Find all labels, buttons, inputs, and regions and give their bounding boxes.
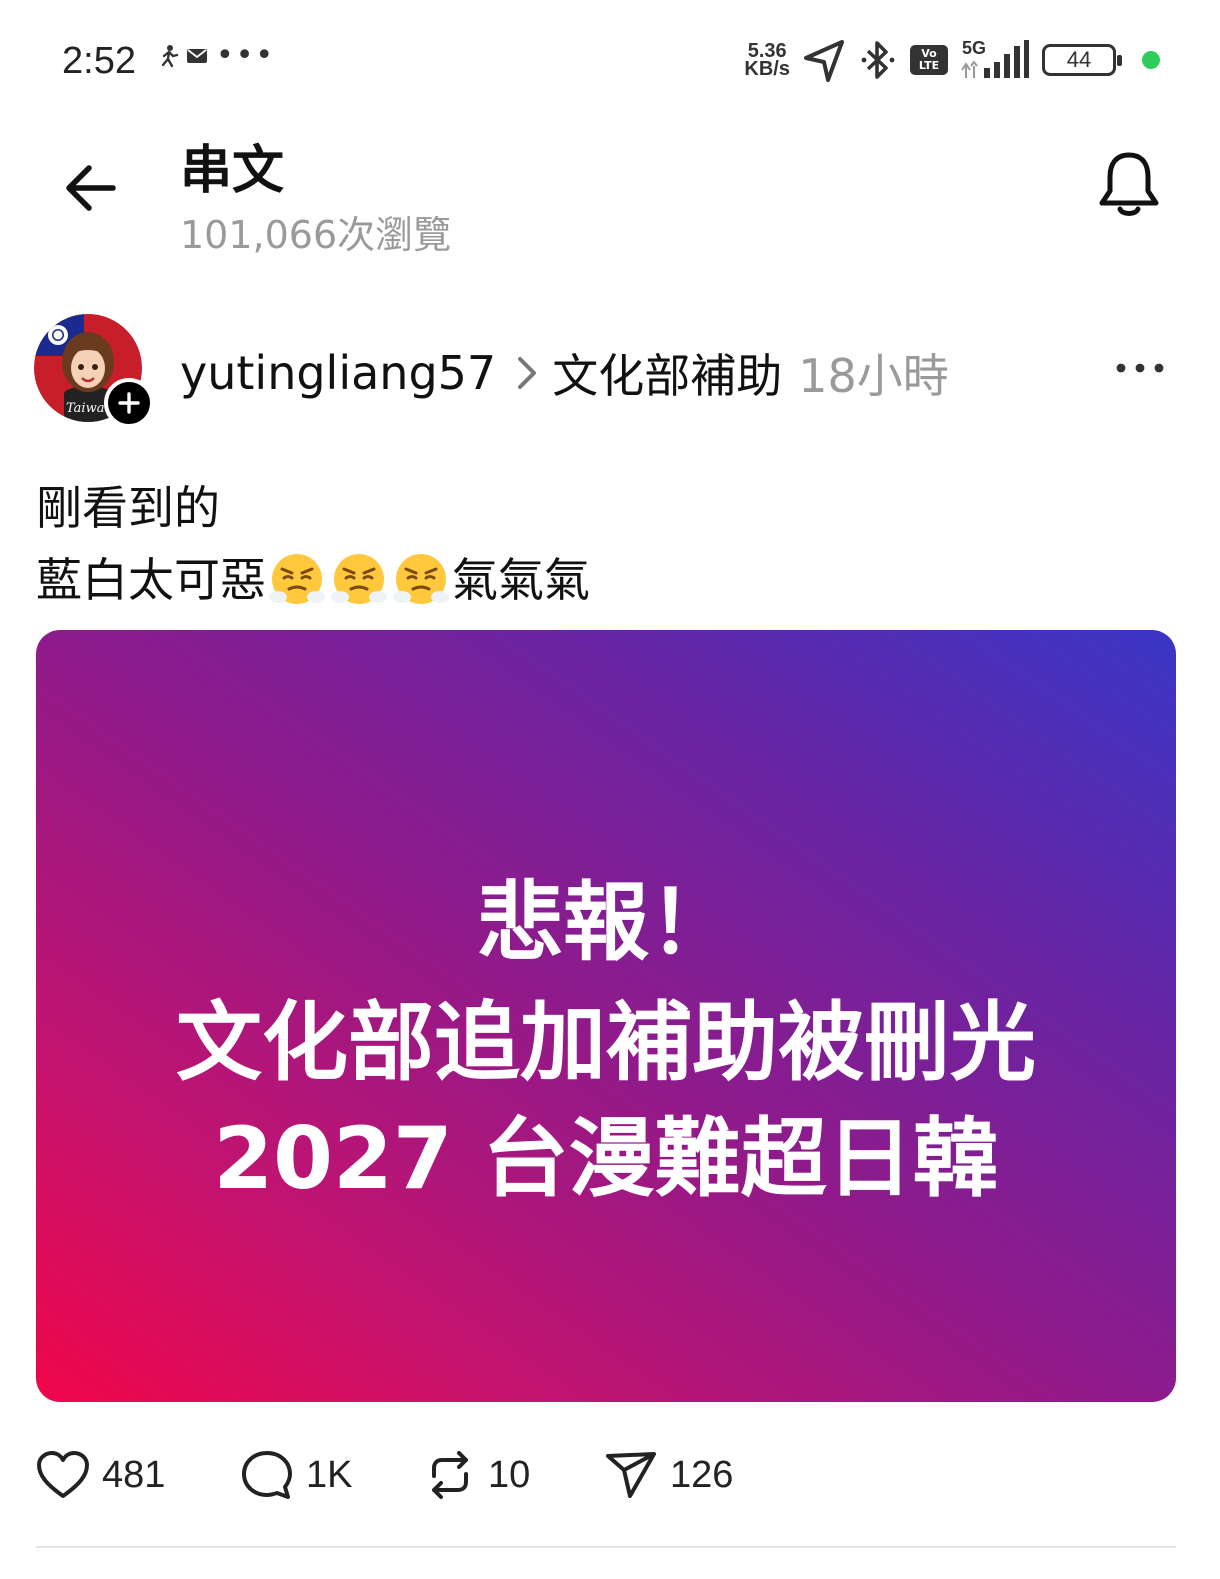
image-line-3: 2027 台漫難超日韓 xyxy=(213,1109,999,1209)
divider xyxy=(36,1546,1176,1548)
notification-icons xyxy=(158,44,208,68)
status-more-dots: ••• xyxy=(216,38,276,73)
fitness-icon xyxy=(161,45,179,68)
post-line-2: 藍白太可惡 氣氣氣 xyxy=(36,544,590,616)
post-image[interactable]: 悲報！ 文化部追加補助被刪光 2027 台漫難超日韓 xyxy=(36,630,1176,1402)
volte-icon: Vo LTE xyxy=(910,45,948,75)
share-button[interactable]: 126 xyxy=(604,1450,784,1500)
post-body: 剛看到的 藍白太可惡 氣氣氣 xyxy=(36,472,590,616)
author-name[interactable]: yutingliang57 xyxy=(180,346,496,400)
steam-from-nose-face-icon xyxy=(269,554,325,604)
chevron-right-icon xyxy=(516,355,538,391)
steam-from-nose-face-icon xyxy=(393,554,449,604)
post-line-1: 剛看到的 xyxy=(36,481,220,535)
repost-icon xyxy=(432,1451,468,1499)
image-headline: 悲報！ xyxy=(477,873,735,973)
heart-icon xyxy=(37,1451,89,1498)
like-count: 481 xyxy=(102,1453,166,1496)
arrow-left-icon xyxy=(66,165,116,211)
plus-icon xyxy=(118,392,140,414)
status-bar: 2:52 ••• 5.36 KB/s Vo LTE 5G 44 xyxy=(0,0,1220,120)
topic-tag[interactable]: 文化部補助 xyxy=(552,340,782,406)
follow-button[interactable] xyxy=(104,378,154,428)
author-avatar-container[interactable]: Taiwan xyxy=(34,314,154,428)
send-icon xyxy=(606,1452,656,1498)
post-line-2-suffix: 氣氣氣 xyxy=(452,553,590,607)
status-indicators: 5.36 KB/s Vo LTE 5G 44 xyxy=(744,38,1160,82)
image-line-2: 文化部追加補助被刪光 xyxy=(176,993,1036,1093)
network-speed-unit: KB/s xyxy=(744,58,790,80)
status-time: 2:52 xyxy=(62,40,136,82)
comment-count: 1K xyxy=(306,1453,353,1496)
comment-icon xyxy=(242,1451,292,1499)
post-more-button[interactable] xyxy=(1112,348,1168,388)
mail-icon xyxy=(187,49,207,63)
more-dots-icon xyxy=(1116,363,1164,373)
notification-button[interactable] xyxy=(1094,150,1164,222)
bell-icon xyxy=(1099,152,1159,216)
post-meta: yutingliang57 文化部補助 18小時 xyxy=(180,340,949,406)
battery-indicator: 44 xyxy=(1042,44,1122,76)
comment-button[interactable]: 1K xyxy=(240,1449,424,1501)
share-count: 126 xyxy=(670,1453,734,1496)
repost-count: 10 xyxy=(488,1453,531,1496)
page-title: 串文 xyxy=(180,141,285,201)
steam-from-nose-face-icon xyxy=(331,554,387,604)
signal-icon: 5G xyxy=(960,38,1030,80)
post-time: 18小時 xyxy=(798,349,949,403)
view-count: 101,066次瀏覽 xyxy=(180,213,452,257)
back-button[interactable] xyxy=(60,160,120,216)
action-bar: 481 1K 10 126 xyxy=(36,1440,784,1510)
network-speed: 5.36 KB/s xyxy=(744,41,790,80)
volte-bottom: LTE xyxy=(918,59,940,72)
post-line-2-text: 藍白太可惡 xyxy=(36,553,266,607)
like-button[interactable]: 481 xyxy=(36,1450,240,1500)
repost-button[interactable]: 10 xyxy=(424,1450,604,1500)
privacy-indicator xyxy=(1142,51,1160,69)
location-icon xyxy=(804,40,844,82)
bluetooth-icon xyxy=(861,41,895,79)
